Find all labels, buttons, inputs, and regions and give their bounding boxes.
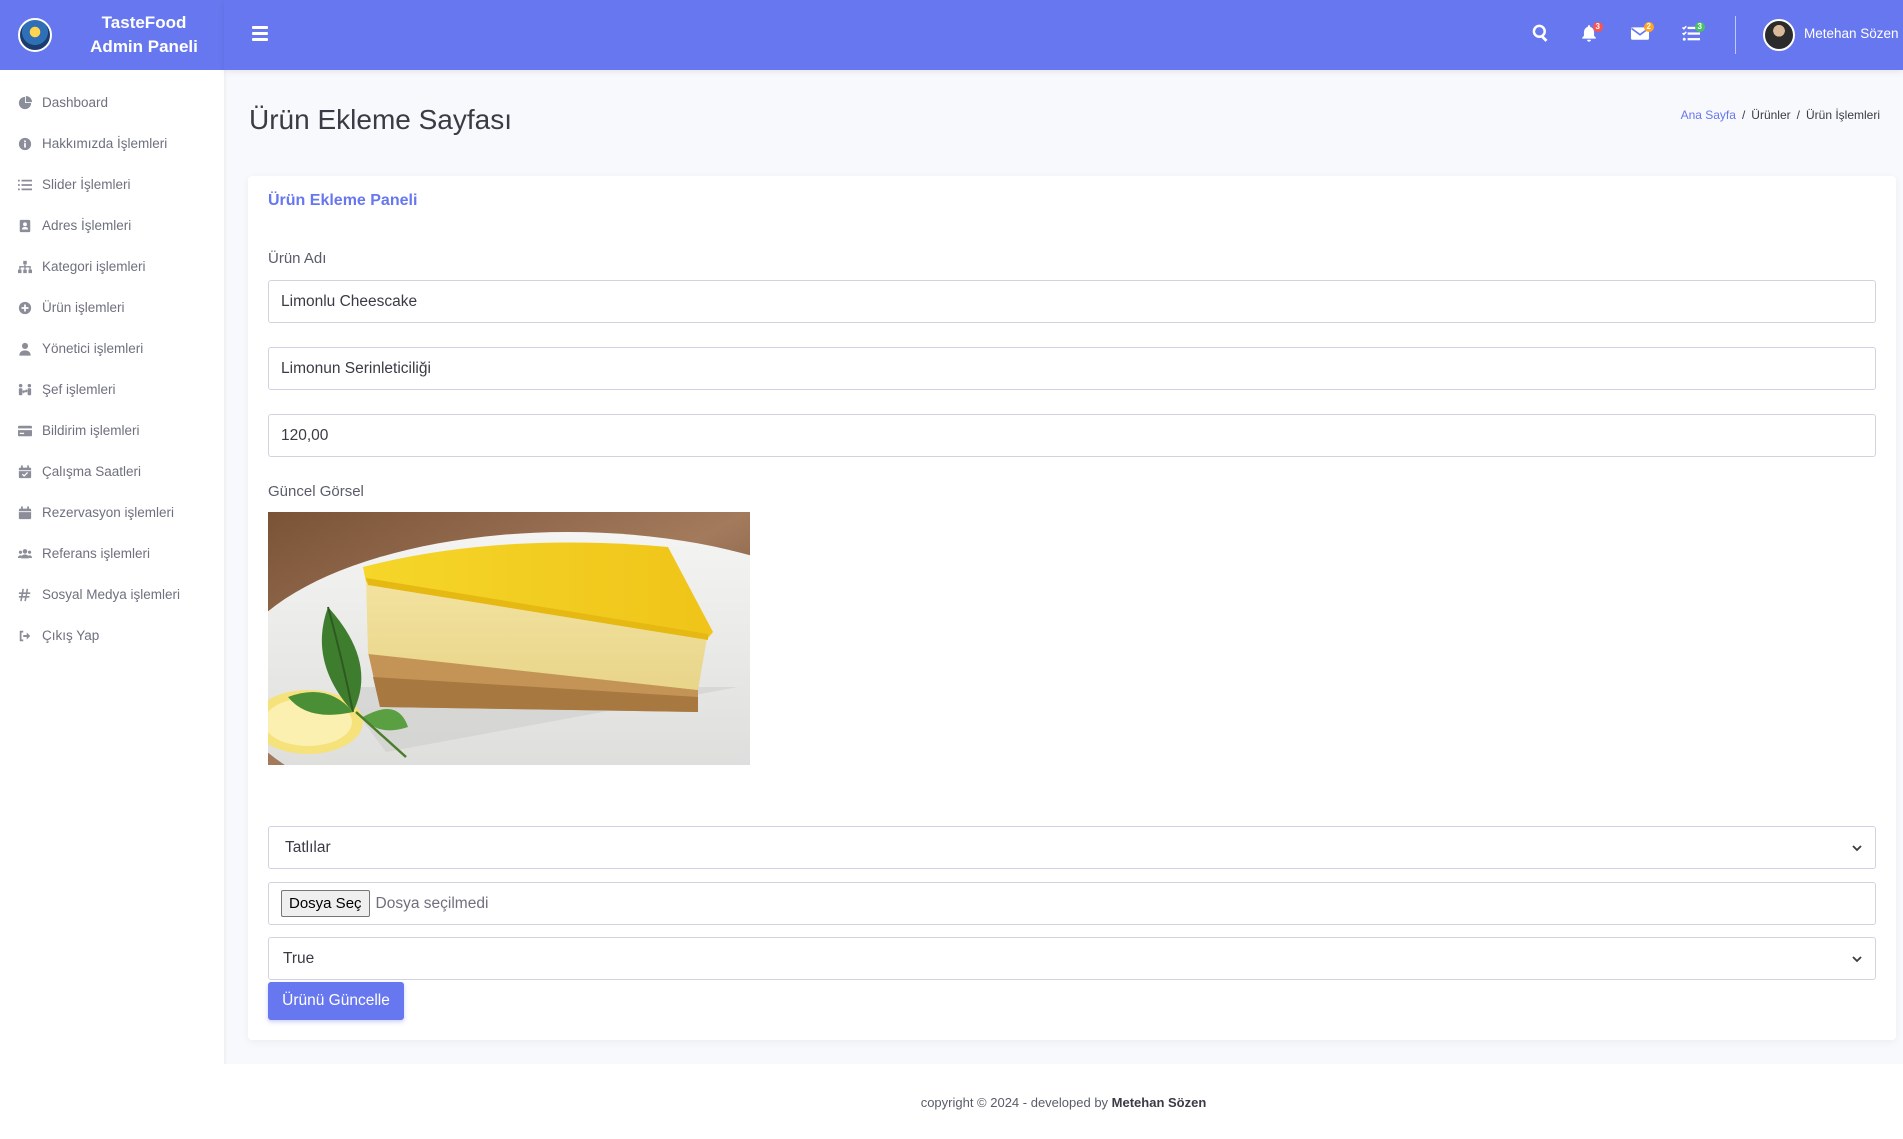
category-selected-value: Tatlılar — [285, 838, 331, 856]
sidebar-item-label: Kategori işlemleri — [42, 259, 146, 274]
footer-copyright: copyright © 2024 - developed by — [920, 1095, 1112, 1110]
category-select[interactable]: Tatlılar — [268, 826, 1876, 869]
status-selected-value: True — [283, 949, 315, 967]
sidebar-item-label: Slider İşlemleri — [42, 177, 131, 192]
sidebar-item-label: Dashboard — [42, 95, 109, 110]
sidebar-item-notification[interactable]: Bildirim işlemleri — [0, 410, 224, 451]
brand[interactable]: TasteFood Admin Paneli — [0, 0, 224, 70]
breadcrumb: Ana Sayfa / Ürünler / Ürün İşlemleri — [1681, 108, 1880, 122]
chevron-down-icon — [1852, 845, 1862, 852]
envelope-icon[interactable]: 2 — [1631, 22, 1654, 44]
sidebar-item-label: Sosyal Medya işlemleri — [42, 587, 181, 602]
brand-line-2: Admin Paneli — [90, 37, 198, 56]
people-arrows-icon — [17, 382, 33, 398]
user-name[interactable]: Metehan Sözen — [1804, 26, 1899, 41]
credit-card-icon — [17, 423, 33, 439]
sidebar-item-label: Ürün işlemleri — [42, 300, 125, 315]
search-icon[interactable] — [1532, 24, 1554, 44]
breadcrumb-current: Ürün İşlemleri — [1805, 108, 1880, 122]
sidebar-item-label: Çıkış Yap — [42, 628, 100, 643]
status-select[interactable]: True — [268, 937, 1876, 980]
notifications-badge: 3 — [1592, 22, 1603, 32]
sidebar-item-slider[interactable]: Slider İşlemleri — [0, 164, 224, 205]
info-circle-icon — [17, 136, 33, 152]
sidebar-item-chef[interactable]: Şef işlemleri — [0, 369, 224, 410]
current-image-label: Güncel Görsel — [268, 483, 364, 500]
panel-title: Ürün Ekleme Paneli — [268, 192, 418, 209]
sidebar-item-reference[interactable]: Referans işlemleri — [0, 533, 224, 574]
sidebar-item-label: Yönetici işlemleri — [42, 341, 144, 356]
update-product-button[interactable]: Ürünü Güncelle — [268, 982, 404, 1020]
sidebar-item-working-hours[interactable]: Çalışma Saatleri — [0, 451, 224, 492]
sidebar-item-label: Adres İşlemleri — [42, 218, 132, 233]
topbar-divider — [1735, 16, 1736, 54]
topbar: 3 2 3 Metehan Sözen — [224, 0, 1903, 70]
plus-circle-icon — [17, 300, 33, 316]
product-image — [268, 512, 750, 765]
calendar-check-icon — [17, 464, 33, 480]
product-description-input[interactable] — [268, 347, 1876, 390]
list-icon — [17, 177, 33, 193]
sidebar-item-address[interactable]: Adres İşlemleri — [0, 205, 224, 246]
sidebar-item-product[interactable]: Ürün işlemleri — [0, 287, 224, 328]
breadcrumb-separator: / — [1796, 108, 1800, 122]
chevron-down-icon — [1852, 956, 1862, 963]
sitemap-icon — [17, 259, 33, 275]
user-avatar[interactable] — [1763, 19, 1795, 51]
file-upload: Dosya Seç Dosya seçilmedi — [268, 882, 1876, 925]
sidebar-item-about[interactable]: Hakkımızda İşlemleri — [0, 123, 224, 164]
hashtag-icon — [17, 587, 33, 603]
product-name-input[interactable] — [268, 280, 1876, 323]
sidebar-item-label: Hakkımızda İşlemleri — [42, 136, 168, 151]
tasks-list-icon[interactable]: 3 — [1682, 22, 1705, 44]
brand-title: TasteFood Admin Paneli — [74, 11, 214, 59]
sidebar-item-admin[interactable]: Yönetici işlemleri — [0, 328, 224, 369]
sidebar-item-label: Bildirim işlemleri — [42, 423, 140, 438]
choose-file-button[interactable]: Dosya Seç — [281, 890, 370, 917]
sidebar-item-label: Rezervasyon işlemleri — [42, 505, 175, 520]
footer: copyright © 2024 - developed by Metehan … — [224, 1064, 1903, 1139]
sidebar-item-category[interactable]: Kategori işlemleri — [0, 246, 224, 287]
breadcrumb-separator: / — [1741, 108, 1746, 122]
users-icon — [17, 546, 33, 562]
address-book-icon — [17, 218, 33, 234]
tasks-badge: 3 — [1694, 22, 1705, 32]
sidebar-item-label: Çalışma Saatleri — [42, 464, 142, 479]
sidebar-nav: Dashboard Hakkımızda İşlemleri Slider İş… — [0, 70, 224, 656]
sidebar-toggle-icon[interactable] — [252, 26, 268, 42]
page-title: Ürün Ekleme Sayfası — [249, 104, 512, 135]
sidebar: TasteFood Admin Paneli Dashboard Hakkımı… — [0, 0, 224, 1139]
product-price-input[interactable] — [268, 414, 1876, 457]
chart-pie-icon — [17, 95, 33, 111]
sidebar-item-dashboard[interactable]: Dashboard — [0, 82, 224, 123]
sidebar-item-label: Referans işlemleri — [42, 546, 151, 561]
sidebar-item-logout[interactable]: Çıkış Yap — [0, 615, 224, 656]
bell-icon[interactable]: 3 — [1580, 22, 1603, 44]
brand-logo-icon — [18, 18, 52, 52]
sidebar-item-reservation[interactable]: Rezervasyon işlemleri — [0, 492, 224, 533]
calendar-icon — [17, 505, 33, 521]
breadcrumb-home[interactable]: Ana Sayfa — [1681, 108, 1736, 122]
sidebar-item-label: Şef işlemleri — [42, 382, 116, 397]
sign-out-icon — [17, 628, 33, 644]
breadcrumb-section: Ürünler — [1751, 108, 1791, 122]
user-tie-icon — [17, 341, 33, 357]
product-name-label: Ürün Adı — [268, 250, 327, 267]
footer-author: Metehan Sözen — [1111, 1095, 1207, 1110]
messages-badge: 2 — [1643, 22, 1654, 32]
brand-line-1: TasteFood — [101, 13, 187, 32]
product-form-card: Ürün Ekleme Paneli Ürün Adı Güncel Görse… — [248, 176, 1896, 1040]
sidebar-item-social-media[interactable]: Sosyal Medya işlemleri — [0, 574, 224, 615]
file-status-text: Dosya seçilmedi — [375, 894, 489, 912]
